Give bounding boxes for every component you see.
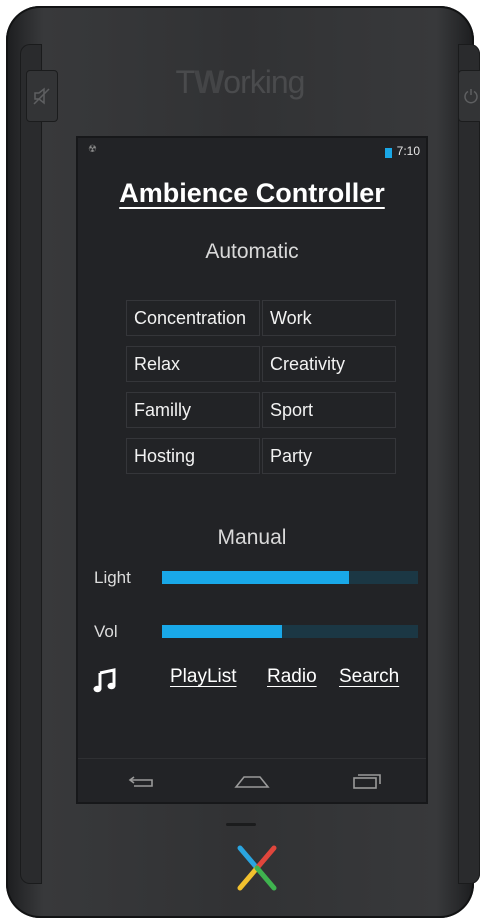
left-rail [20, 44, 42, 884]
status-bar: ☢ 7:10 [78, 138, 426, 164]
brand-prefix: T [175, 64, 196, 100]
home-icon[interactable] [232, 769, 272, 793]
notification-icon: ☢ [88, 144, 97, 155]
speaker-grille [226, 823, 256, 826]
playlist-link[interactable]: PlayList [170, 666, 237, 688]
brand-bold: W [194, 64, 224, 100]
light-label: Light [94, 568, 131, 587]
brand-suffix: orking [223, 64, 305, 100]
light-slider-fill [162, 571, 349, 584]
app-title: Ambience Controller [119, 178, 385, 208]
mode-sport-button[interactable]: Sport [262, 392, 396, 428]
automatic-heading: Automatic [205, 240, 299, 263]
volume-slider[interactable] [162, 625, 418, 638]
light-slider[interactable] [162, 571, 418, 584]
mode-concentration-button[interactable]: Concentration [126, 300, 260, 336]
device-brand-logo: TWorking [0, 64, 480, 101]
mode-creativity-button[interactable]: Creativity [262, 346, 396, 382]
radio-link[interactable]: Radio [267, 666, 317, 688]
mode-relax-button[interactable]: Relax [126, 346, 260, 382]
screen: ☢ 7:10 Ambience Controller Automatic Con… [78, 138, 426, 802]
nexus-x-logo [237, 845, 277, 891]
volume-slider-fill [162, 625, 283, 638]
right-rail [458, 44, 480, 884]
manual-heading: Manual [217, 526, 287, 549]
search-link[interactable]: Search [339, 666, 399, 688]
recent-apps-icon[interactable] [346, 769, 386, 793]
mode-party-button[interactable]: Party [262, 438, 396, 474]
mode-hosting-button[interactable]: Hosting [126, 438, 260, 474]
status-time: 7:10 [396, 144, 420, 158]
vol-label: Vol [94, 622, 118, 641]
battery-icon [385, 148, 392, 158]
navigation-bar [78, 758, 426, 803]
music-note-icon[interactable] [92, 668, 118, 694]
mode-familly-button[interactable]: Familly [126, 392, 260, 428]
mode-work-button[interactable]: Work [262, 300, 396, 336]
back-icon[interactable] [122, 769, 162, 793]
